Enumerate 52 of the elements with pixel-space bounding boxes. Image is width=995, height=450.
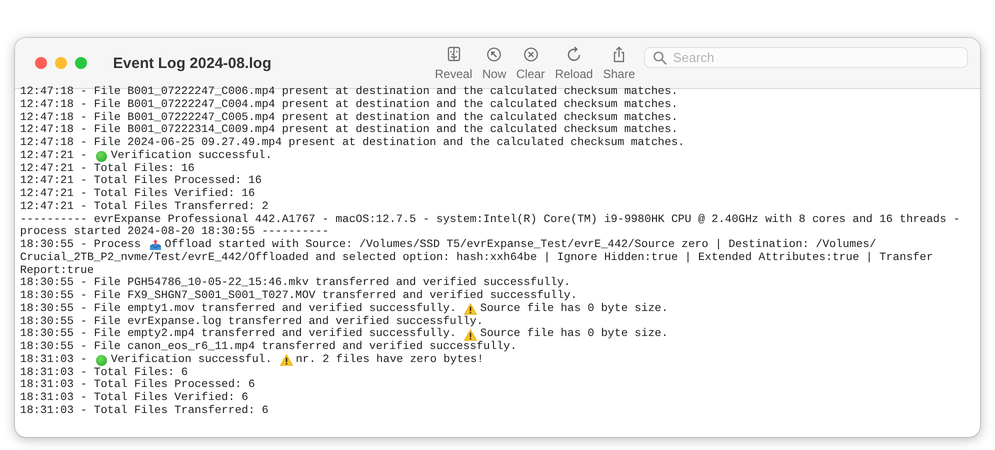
zoom-button[interactable]	[75, 57, 87, 69]
share-button[interactable]: Share	[600, 46, 638, 80]
arrow-circle-icon	[486, 46, 502, 62]
clear-button[interactable]: Clear	[513, 46, 548, 80]
warning-icon	[464, 303, 478, 316]
close-button[interactable]	[35, 57, 47, 69]
log-text: Verification successful.	[110, 150, 272, 162]
reveal-button[interactable]: Reveal	[432, 46, 476, 80]
reload-icon	[566, 46, 582, 62]
log-text: process started 2024-08-20 18:30:55 ----------	[20, 226, 329, 238]
log-text: Report:true	[20, 264, 94, 278]
minimize-button[interactable]	[55, 57, 67, 69]
log-text: 18:31:03 - Total Files Processed: 6	[20, 379, 255, 392]
log-text: 18:30:55 - File canon_eos_r6_11.mp4 transferred and verified successfully.	[20, 341, 517, 354]
now-button[interactable]: Now	[479, 46, 510, 80]
clear-icon	[522, 46, 539, 62]
log-text: 18:30:55 - File PGH54786_10-05-22_15:46.mkv transferred and verified successfully.	[20, 277, 571, 290]
log-text: 12:47:21 - Total Files: 16	[20, 162, 195, 174]
search-field[interactable]: Search	[644, 46, 968, 68]
reload-button[interactable]: Reload	[552, 46, 596, 80]
log-text: 18:30:55 - Process	[20, 239, 142, 252]
log-text: 12:47:21 -	[20, 150, 88, 162]
log-text: 18:30:55 - File FX9_SHGN7_S001_S001_T027.MOV transferred and verified successfully.	[20, 290, 578, 302]
log-text: Crucial_2TB_P2_nvme/Test/evrE_442/Offloaded and selected option: hash:xxh64be | Ignore Hidden:true | Extended Attributes:true | Transfer	[20, 252, 934, 264]
outbox-tray-icon	[148, 239, 162, 252]
log-text: 12:47:18 - File B001_07222247_C004.mp4 present at destination and the calculated checksum matches.	[20, 98, 678, 112]
log-text: 18:31:03 - Total Files Verified: 6	[20, 392, 248, 404]
log-text: Verification successful.	[110, 354, 273, 366]
log-text: 12:47:21 - Total Files Transferred: 2	[20, 200, 268, 214]
log-text: 18:31:03 -	[20, 354, 88, 366]
warning-icon	[464, 328, 478, 341]
status-dot-icon	[96, 150, 107, 162]
log-text: 18:30:55 - File empty2.mp4 transferred and verified successfully.	[20, 328, 458, 340]
log-text: 12:47:21 - Total Files Processed: 16	[20, 175, 262, 188]
log-text: nr. 2 files have zero bytes!	[296, 354, 484, 366]
log-text: 12:47:18 - File B001_07222247_C005.mp4 present at destination and the calculated checksum matches.	[20, 112, 678, 124]
window-title: Event Log 2024-08.log	[113, 54, 272, 72]
log-text: 18:30:55 - File evrExpanse.log transferred and verified successfully.	[20, 316, 484, 328]
log-text: 18:31:03 - Total Files Transferred: 6	[20, 404, 268, 418]
warning-icon	[280, 354, 293, 366]
log-text: 12:47:18 - File B001_07222247_C006.mp4 present at destination and the calculated checksum matches.	[20, 86, 678, 98]
log-text: 12:47:18 - File B001_07222314_C009.mp4 present at destination and the calculated checksum matches.	[20, 124, 678, 136]
log-text: ---------- evrExpanse Professional 442.A1767 - macOS:12.7.5 - system:Intel(R) Core(TM) i9-9980HK CPU @ 2.40GHz with 8 cores and 16 threads -	[20, 214, 960, 226]
log-text: 18:30:55 - File empty1.mov transferred and verified successfully.	[20, 302, 458, 316]
status-dot-icon	[96, 354, 107, 366]
log-text: Source file has 0 byte size.	[480, 302, 668, 316]
log-text: 12:47:18 - File 2024-06-25 09.27.49.mp4 present at destination and the calculated checksum matches.	[20, 137, 685, 150]
log-text: 12:47:21 - Total Files Verified: 16	[20, 188, 255, 200]
log-text: 18:31:03 - Total Files: 6	[20, 366, 188, 378]
log-text: Source file has 0 byte size.	[480, 328, 668, 340]
finder-icon	[446, 46, 462, 62]
log-text: Offload started with Source: /Volumes/SSD T5/evrExpanse_Test/evrE_442/Source zero | Destination: /Volumes/	[164, 239, 876, 252]
